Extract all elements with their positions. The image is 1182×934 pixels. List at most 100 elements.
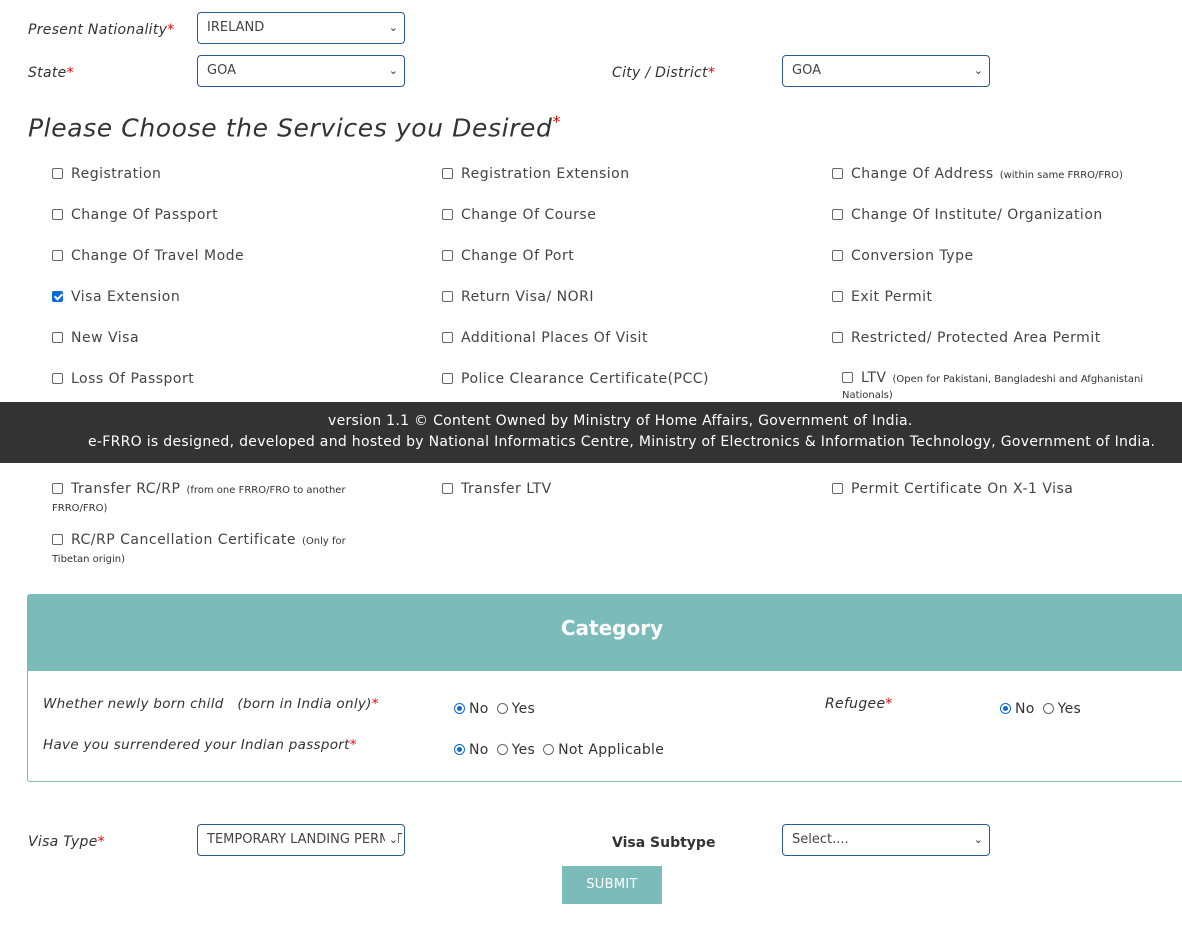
service-additional-places-of-visit[interactable]: Additional Places Of Visit: [442, 330, 832, 371]
nationality-select[interactable]: IRELAND ⌄: [197, 12, 405, 44]
newborn-label: Whether newly born child (born in India …: [43, 696, 379, 712]
checkbox[interactable]: [442, 209, 453, 220]
radio-option-no[interactable]: No: [454, 742, 489, 758]
newborn-radio-group: No Yes: [454, 698, 543, 717]
services-list-lower: Transfer RC/RP (from one FRRO/FRO to anot…: [52, 481, 1172, 583]
chevron-down-icon: ⌄: [384, 56, 398, 86]
footer: version 1.1 © Content Owned by Ministry …: [0, 402, 1182, 463]
city-select[interactable]: GOA ⌄: [782, 55, 990, 87]
chevron-down-icon: ⌄: [969, 825, 983, 855]
nationality-label: Present Nationality*: [28, 22, 175, 38]
checkbox[interactable]: [832, 332, 843, 343]
checkbox[interactable]: [832, 291, 843, 302]
radio-option-yes[interactable]: Yes: [496, 701, 536, 717]
service-label: Change Of Institute/ Organization: [851, 207, 1103, 223]
service-label: Registration: [71, 166, 162, 182]
checkbox[interactable]: [442, 291, 453, 302]
radio[interactable]: [1000, 703, 1011, 714]
footer-line-2: e-FRRO is designed, developed and hosted…: [88, 434, 1156, 450]
radio-option-yes[interactable]: Yes: [496, 742, 536, 758]
checkbox[interactable]: [52, 332, 63, 343]
radio[interactable]: [496, 703, 508, 714]
visa-type-select[interactable]: TEMPORARY LANDING PERMIT ⌄: [197, 824, 405, 856]
chevron-down-icon: ⌄: [384, 13, 398, 43]
service-label: Police Clearance Certificate(PCC): [461, 371, 710, 387]
radio-option-no[interactable]: No: [454, 701, 489, 717]
chevron-down-icon: ⌄: [384, 825, 398, 855]
service-label: Additional Places Of Visit: [461, 330, 648, 346]
category-title: Category: [28, 595, 1182, 671]
service-visa-extension[interactable]: Visa Extension: [52, 289, 442, 330]
service-restricted-protected-area-permit[interactable]: Restricted/ Protected Area Permit: [832, 330, 1172, 371]
service-label: Change Of Address: [851, 166, 994, 182]
checkbox[interactable]: [52, 168, 63, 179]
service-note: (Open for Pakistani, Bangladeshi and Afg…: [842, 374, 1144, 401]
service-change-of-port[interactable]: Change Of Port: [442, 248, 832, 289]
submit-button[interactable]: SUBMIT: [562, 866, 662, 904]
service-change-of-address[interactable]: Change Of Address (within same FRRO/FRO): [832, 166, 1172, 207]
radio[interactable]: [454, 744, 465, 755]
radio-option-yes[interactable]: Yes: [1042, 701, 1082, 717]
service-label: Transfer LTV: [461, 481, 552, 497]
radio-label: No: [469, 742, 489, 758]
service-registration-extension[interactable]: Registration Extension: [442, 166, 832, 207]
checkbox[interactable]: [442, 250, 453, 261]
chevron-down-icon: ⌄: [969, 56, 983, 86]
service-permit-certificate-on-x-1-visa[interactable]: Permit Certificate On X-1 Visa: [832, 481, 1152, 532]
radio-option-no[interactable]: No: [1000, 701, 1035, 717]
radio-label: No: [1015, 701, 1035, 717]
service-change-of-institute-organization[interactable]: Change Of Institute/ Organization: [832, 207, 1172, 248]
service-label: Visa Extension: [71, 289, 181, 305]
checkbox[interactable]: [52, 250, 63, 261]
checkbox[interactable]: [832, 209, 843, 220]
checkbox[interactable]: [52, 291, 63, 302]
radio[interactable]: [1042, 703, 1054, 714]
checkbox[interactable]: [442, 332, 453, 343]
visa-subtype-label: Visa Subtype: [612, 835, 716, 851]
service-transfer-rc-rp[interactable]: Transfer RC/RP (from one FRRO/FRO to anot…: [52, 481, 372, 532]
service-label: Registration Extension: [461, 166, 630, 182]
service-label: Restricted/ Protected Area Permit: [851, 330, 1101, 346]
checkbox[interactable]: [442, 168, 453, 179]
radio-option-not-applicable[interactable]: Not Applicable: [543, 742, 664, 758]
radio[interactable]: [454, 703, 465, 714]
checkbox[interactable]: [442, 483, 453, 494]
service-exit-permit[interactable]: Exit Permit: [832, 289, 1172, 330]
service-conversion-type[interactable]: Conversion Type: [832, 248, 1172, 289]
radio-label: Yes: [511, 701, 536, 717]
state-label: State*: [28, 65, 74, 81]
visa-type-label: Visa Type*: [28, 834, 105, 850]
state-select[interactable]: GOA ⌄: [197, 55, 405, 87]
checkbox[interactable]: [52, 209, 63, 220]
service-label: Change Of Travel Mode: [71, 248, 245, 264]
checkbox[interactable]: [842, 372, 853, 383]
checkbox[interactable]: [832, 250, 843, 261]
service-label: RC/RP Cancellation Certificate: [71, 532, 297, 548]
checkbox[interactable]: [52, 483, 63, 494]
service-change-of-passport[interactable]: Change Of Passport: [52, 207, 442, 248]
checkbox[interactable]: [442, 373, 453, 384]
service-registration[interactable]: Registration: [52, 166, 442, 207]
checkbox[interactable]: [52, 373, 63, 384]
service-label: Conversion Type: [851, 248, 974, 264]
service-label: Loss Of Passport: [71, 371, 195, 387]
service-return-visa-nori[interactable]: Return Visa/ NORI: [442, 289, 832, 330]
service-new-visa[interactable]: New Visa: [52, 330, 442, 371]
radio[interactable]: [543, 744, 555, 755]
checkbox[interactable]: [832, 483, 843, 494]
service-change-of-travel-mode[interactable]: Change Of Travel Mode: [52, 248, 442, 289]
service-label: Transfer RC/RP: [71, 481, 181, 497]
visa-subtype-select[interactable]: Select.... ⌄: [782, 824, 990, 856]
service-label: Change Of Course: [461, 207, 597, 223]
service-transfer-ltv[interactable]: Transfer LTV: [442, 481, 762, 532]
service-label: Permit Certificate On X-1 Visa: [851, 481, 1074, 497]
service-change-of-course[interactable]: Change Of Course: [442, 207, 832, 248]
radio[interactable]: [496, 744, 508, 755]
checkbox[interactable]: [832, 168, 843, 179]
checkbox[interactable]: [52, 534, 63, 545]
service-label: Change Of Passport: [71, 207, 219, 223]
service-rc-rp-cancellation-certificate[interactable]: RC/RP Cancellation Certificate (Only for …: [52, 532, 372, 583]
city-label: City / District*: [612, 65, 716, 81]
service-note: (within same FRRO/FRO): [999, 170, 1123, 181]
refugee-label: Refugee*: [825, 696, 893, 712]
